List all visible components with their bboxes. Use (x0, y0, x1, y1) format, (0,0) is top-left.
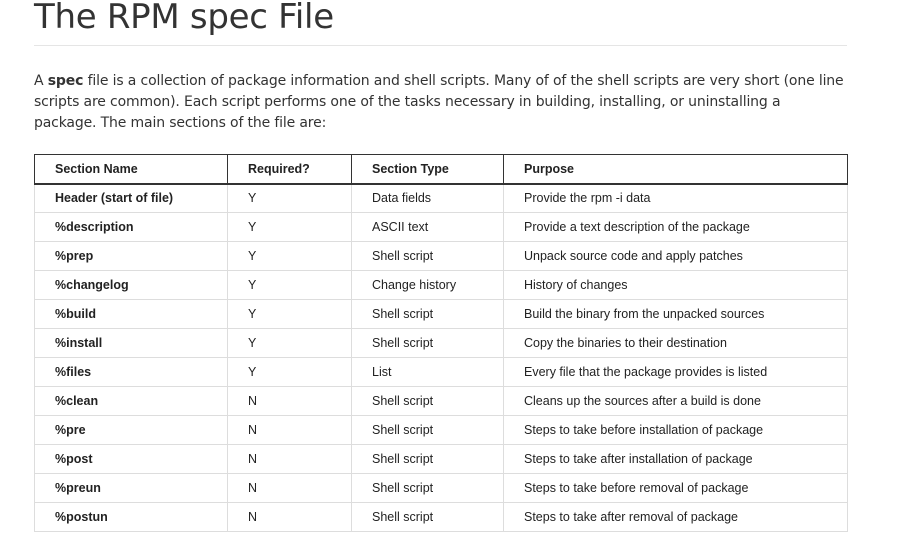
cell-required: Y (227, 270, 352, 300)
cell-required: Y (227, 299, 352, 329)
cell-purpose: Copy the binaries to their destination (503, 328, 848, 358)
header-section-name: Section Name (34, 154, 228, 185)
cell-section-type: Data fields (351, 183, 504, 213)
intro-paragraph: A spec file is a collection of package i… (34, 71, 847, 134)
title-divider (34, 45, 847, 46)
cell-section-type: Shell script (351, 444, 504, 474)
cell-required: Y (227, 241, 352, 271)
cell-purpose: History of changes (503, 270, 848, 300)
cell-purpose: Steps to take before installation of pac… (503, 415, 848, 445)
cell-purpose: Steps to take before removal of package (503, 473, 848, 503)
intro-spec-keyword: spec (47, 73, 84, 89)
cell-section-type: List (351, 357, 504, 387)
cell-required: N (227, 386, 352, 416)
cell-purpose: Every file that the package provides is … (503, 357, 848, 387)
spec-sections-table: Section Name Required? Section Type Purp… (34, 154, 848, 532)
cell-section-name: %clean (34, 386, 228, 416)
cell-section-type: Shell script (351, 299, 504, 329)
table-header-row: Section Name Required? Section Type Purp… (34, 154, 848, 185)
cell-section-type: Shell script (351, 502, 504, 532)
cell-section-name: %postun (34, 502, 228, 532)
cell-required: Y (227, 328, 352, 358)
cell-section-name: %install (34, 328, 228, 358)
cell-purpose: Unpack source code and apply patches (503, 241, 848, 271)
cell-required: N (227, 502, 352, 532)
cell-required: N (227, 415, 352, 445)
cell-section-name: %post (34, 444, 228, 474)
table-row: Header (start of file) Y Data fields Pro… (34, 183, 848, 213)
cell-section-name: %pre (34, 415, 228, 445)
cell-purpose: Provide the rpm -i data (503, 183, 848, 213)
table-row: %post N Shell script Steps to take after… (34, 444, 848, 474)
cell-section-name: Header (start of file) (34, 183, 228, 213)
cell-section-type: Shell script (351, 415, 504, 445)
table-row: %install Y Shell script Copy the binarie… (34, 328, 848, 358)
cell-section-type: Shell script (351, 328, 504, 358)
intro-prefix: A (34, 73, 48, 89)
table-row: %prep Y Shell script Unpack source code … (34, 241, 848, 271)
cell-required: N (227, 444, 352, 474)
cell-purpose: Steps to take after installation of pack… (503, 444, 848, 474)
table-row: %clean N Shell script Cleans up the sour… (34, 386, 848, 416)
cell-purpose: Build the binary from the unpacked sourc… (503, 299, 848, 329)
table-row: %pre N Shell script Steps to take before… (34, 415, 848, 445)
cell-required: N (227, 473, 352, 503)
cell-required: Y (227, 183, 352, 213)
cell-section-type: Change history (351, 270, 504, 300)
cell-required: Y (227, 212, 352, 242)
table-row: %preun N Shell script Steps to take befo… (34, 473, 848, 503)
table-row: %postun N Shell script Steps to take aft… (34, 502, 848, 532)
cell-required: Y (227, 357, 352, 387)
table-row: %build Y Shell script Build the binary f… (34, 299, 848, 329)
cell-purpose: Cleans up the sources after a build is d… (503, 386, 848, 416)
cell-purpose: Steps to take after removal of package (503, 502, 848, 532)
cell-section-name: %changelog (34, 270, 228, 300)
header-required: Required? (227, 154, 352, 185)
cell-section-type: Shell script (351, 473, 504, 503)
cell-section-name: %preun (34, 473, 228, 503)
table-row: %description Y ASCII text Provide a text… (34, 212, 848, 242)
header-section-type: Section Type (351, 154, 504, 185)
page-title: The RPM spec File (34, 0, 334, 37)
cell-section-type: Shell script (351, 241, 504, 271)
cell-section-name: %build (34, 299, 228, 329)
cell-section-name: %files (34, 357, 228, 387)
cell-section-name: %prep (34, 241, 228, 271)
cell-section-name: %description (34, 212, 228, 242)
header-purpose: Purpose (503, 154, 848, 185)
intro-text: file is a collection of package informat… (34, 73, 844, 131)
table-row: %changelog Y Change history History of c… (34, 270, 848, 300)
cell-purpose: Provide a text description of the packag… (503, 212, 848, 242)
cell-section-type: ASCII text (351, 212, 504, 242)
cell-section-type: Shell script (351, 386, 504, 416)
table-row: %files Y List Every file that the packag… (34, 357, 848, 387)
